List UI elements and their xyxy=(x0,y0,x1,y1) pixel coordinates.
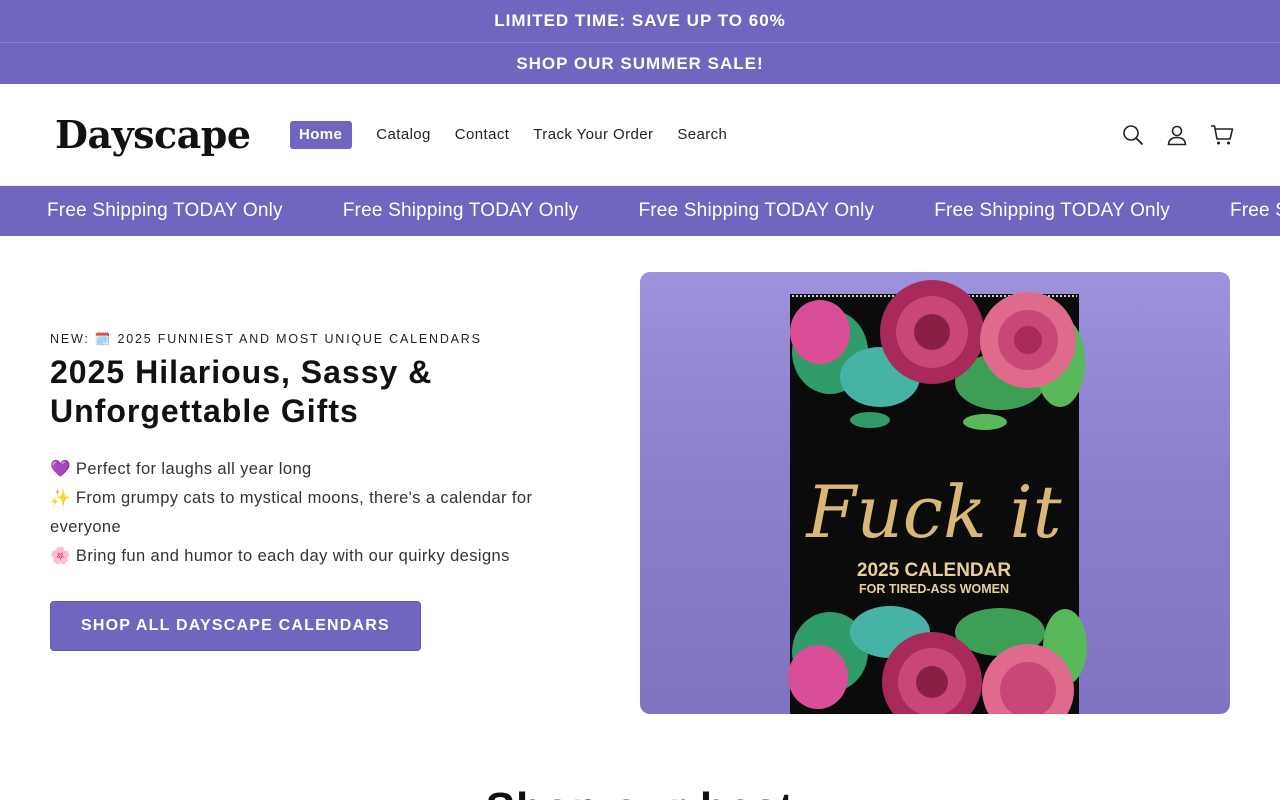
nav-item-track-order[interactable]: Track Your Order xyxy=(533,121,653,148)
nav-item-contact[interactable]: Contact xyxy=(455,121,510,148)
account-icon[interactable] xyxy=(1166,124,1188,146)
hero-bullets: 💜 Perfect for laughs all year long ✨ Fro… xyxy=(50,455,640,571)
shop-all-calendars-button[interactable]: SHOP ALL DAYSCAPE CALENDARS xyxy=(50,601,421,651)
calendar-illustration: Fuck it 2025 CALENDAR FOR TIRED-ASS WOME… xyxy=(788,280,1087,714)
marquee-item: Free Shipping TODAY Only xyxy=(638,200,875,221)
hero-bullet: 🌸 Bring fun and humor to each day with o… xyxy=(50,547,510,565)
header-icons xyxy=(1122,124,1234,146)
hero-product-image[interactable]: Fuck it 2025 CALENDAR FOR TIRED-ASS WOME… xyxy=(640,272,1230,714)
site-header: Dayscape Home Catalog Contact Track Your… xyxy=(0,84,1280,186)
announcement-bar-sale: LIMITED TIME: SAVE UP TO 60% xyxy=(0,0,1280,42)
marquee-item: Free Shipping TODAY Only xyxy=(934,200,1170,221)
hero-copy: NEW: 🗓️ 2025 FUNNIEST AND MOST UNIQUE CA… xyxy=(50,272,640,714)
marquee-item: Free Shipping TODAY Only xyxy=(47,200,283,221)
search-icon[interactable] xyxy=(1122,124,1144,146)
calendar-script-text: Fuck it xyxy=(804,470,1062,554)
hero-bullet: ✨ From grumpy cats to mystical moons, th… xyxy=(50,489,533,536)
cart-icon[interactable] xyxy=(1210,124,1234,146)
section-heading: Shop our best xyxy=(0,784,1280,800)
nav-item-catalog[interactable]: Catalog xyxy=(376,121,431,148)
main-nav: Home Catalog Contact Track Your Order Se… xyxy=(290,120,751,149)
announcement-bar-summer[interactable]: SHOP OUR SUMMER SALE! xyxy=(0,42,1280,84)
nav-item-home[interactable]: Home xyxy=(290,120,353,149)
hero-title: 2025 Hilarious, Sassy & Unforgettable Gi… xyxy=(50,354,433,429)
marquee-item: Free Shipping TODAY Only xyxy=(342,200,579,221)
logo[interactable]: Dayscape xyxy=(55,112,290,157)
hero-section: NEW: 🗓️ 2025 FUNNIEST AND MOST UNIQUE CA… xyxy=(0,236,1280,714)
shipping-marquee: Free Shipping TODAY Only Free Shipping T… xyxy=(0,186,1280,236)
calendar-line1: 2025 CALENDAR xyxy=(857,560,1011,581)
hero-eyebrow: NEW: 🗓️ 2025 FUNNIEST AND MOST UNIQUE CA… xyxy=(50,332,482,346)
calendar-line2: FOR TIRED-ASS WOMEN xyxy=(859,582,1009,596)
announcement-text: LIMITED TIME: SAVE UP TO 60% xyxy=(494,11,786,30)
marquee-item: Free Shipping TODAY Only xyxy=(1229,200,1280,221)
announcement-text[interactable]: SHOP OUR SUMMER SALE! xyxy=(516,54,763,74)
nav-item-search[interactable]: Search xyxy=(677,121,727,148)
hero-bullet: 💜 Perfect for laughs all year long xyxy=(50,460,312,478)
